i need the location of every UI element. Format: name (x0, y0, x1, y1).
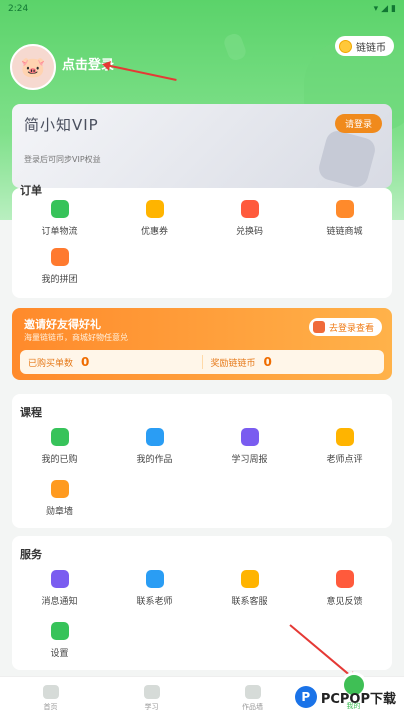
home-icon (42, 685, 59, 699)
order-item-shop[interactable]: 链链商城 (297, 200, 392, 237)
service-item-feedback[interactable]: 意见反馈 (297, 570, 392, 607)
coupon-icon (145, 200, 164, 218)
weekly-report-icon (240, 428, 259, 446)
bought-count: 已购买单数 0 (20, 355, 202, 369)
coin-icon (339, 39, 352, 53)
item-label: 我的拼团 (41, 275, 78, 285)
course-item-works[interactable]: 我的作品 (107, 428, 202, 465)
watermark-text: PCPOP下载 (320, 691, 396, 707)
invite-subtitle: 海量链链币，商城好物任意兑 (24, 333, 128, 342)
item-label: 设置 (50, 649, 69, 659)
item-label: 学习周报 (231, 455, 268, 465)
service-item-contact-teacher[interactable]: 联系老师 (107, 570, 202, 607)
section-title-orders: 订单 (20, 184, 42, 197)
item-label: 消息通知 (41, 597, 78, 607)
item-label: 老师点评 (326, 455, 363, 465)
settings-icon (50, 622, 69, 640)
status-bar: 2:24 ▾ ◢ ▮ (0, 0, 404, 18)
wifi-icon: ▾ (373, 4, 379, 14)
item-label: 订单物流 (41, 227, 78, 237)
works-icon (145, 428, 164, 446)
section-title-course: 课程 (20, 406, 42, 419)
course-card: 课程 我的已购 我的作品 学习周报 老师点评 勋章墙 (12, 394, 392, 528)
medal-icon (50, 480, 69, 498)
reward-count: 奖励链链币 0 (201, 355, 385, 369)
invite-login-button[interactable]: 去登录查看 (308, 318, 382, 336)
teacher-review-icon (335, 428, 354, 446)
coin-label: 链链币 (356, 42, 386, 54)
coin-balance-button[interactable]: 链链币 (335, 36, 394, 56)
course-item-medal-wall[interactable]: 勋章墙 (12, 480, 107, 517)
study-icon (143, 685, 160, 699)
course-item-teacher-review[interactable]: 老师点评 (297, 428, 392, 465)
purchased-icon (50, 428, 69, 446)
course-item-purchased[interactable]: 我的已购 (12, 428, 107, 465)
contact-teacher-icon (145, 570, 164, 588)
bought-label: 已购买单数 (28, 358, 74, 369)
item-label: 我的作品 (136, 455, 173, 465)
course-item-weekly-report[interactable]: 学习周报 (202, 428, 297, 465)
vip-title: 简小知VIP (24, 116, 99, 134)
order-item-redeem[interactable]: 兑换码 (202, 200, 297, 237)
item-label: 兑换码 (235, 227, 263, 237)
status-time: 2:24 (8, 4, 29, 14)
order-logistics-icon (50, 200, 69, 218)
tab-gallery[interactable]: 作品墙 (202, 677, 303, 720)
invite-stats: 已购买单数 0 奖励链链币 0 (20, 350, 384, 374)
item-label: 我的已购 (41, 455, 78, 465)
tab-study[interactable]: 学习 (101, 677, 202, 720)
section-title-service: 服务 (20, 548, 42, 561)
gift-icon (312, 321, 325, 333)
customer-service-icon (240, 570, 259, 588)
watermark: P PCPOP下载 (294, 686, 396, 708)
shop-icon (335, 200, 354, 218)
item-label: 联系老师 (136, 597, 173, 607)
tab-label: 作品墙 (242, 703, 263, 711)
service-item-notification[interactable]: 消息通知 (12, 570, 107, 607)
vip-subtitle: 登录后可同步VIP权益 (24, 155, 101, 164)
orders-card: 订单 订单物流 优惠券 兑换码 链链商城 我的拼团 (12, 184, 392, 298)
redeem-code-icon (240, 200, 259, 218)
reward-label: 奖励链链币 (210, 358, 256, 369)
order-item-logistics[interactable]: 订单物流 (12, 200, 107, 237)
reward-value: 0 (263, 355, 272, 369)
feedback-icon (335, 570, 354, 588)
watermark-logo-icon: P (294, 686, 317, 708)
avatar[interactable]: 🐷 (10, 44, 56, 90)
order-item-group-buy[interactable]: 我的拼团 (12, 248, 107, 285)
tab-home[interactable]: 首页 (0, 677, 101, 720)
invite-card[interactable]: 邀请好友得好礼 海量链链币，商城好物任意兑 去登录查看 已购买单数 0 奖励链链… (12, 308, 392, 380)
leaf-decoration (222, 31, 248, 63)
group-buy-icon (50, 248, 69, 266)
battery-icon: ▮ (391, 4, 396, 14)
vip-login-button[interactable]: 请登录 (334, 114, 382, 133)
invite-button-label: 去登录查看 (328, 323, 374, 334)
gallery-icon (244, 685, 261, 699)
item-label: 意见反馈 (326, 597, 363, 607)
tab-label: 学习 (144, 703, 159, 711)
tab-label: 首页 (43, 703, 58, 711)
service-item-settings[interactable]: 设置 (12, 622, 107, 659)
invite-title: 邀请好友得好礼 (24, 318, 101, 331)
item-label: 联系客服 (231, 597, 268, 607)
bought-value: 0 (81, 355, 90, 369)
item-label: 勋章墙 (45, 507, 73, 517)
chef-hat-icon (316, 128, 378, 188)
order-item-coupon[interactable]: 优惠券 (107, 200, 202, 237)
service-card: 服务 消息通知 联系老师 联系客服 意见反馈 设置 (12, 536, 392, 670)
item-label: 链链商城 (326, 227, 363, 237)
vip-card[interactable]: 简小知VIP 登录后可同步VIP权益 请登录 (12, 104, 392, 188)
notification-icon (50, 570, 69, 588)
status-icons: ▾ ◢ ▮ (374, 4, 396, 14)
service-item-customer-service[interactable]: 联系客服 (202, 570, 297, 607)
signal-icon: ◢ (381, 4, 389, 14)
item-label: 优惠券 (140, 227, 168, 237)
